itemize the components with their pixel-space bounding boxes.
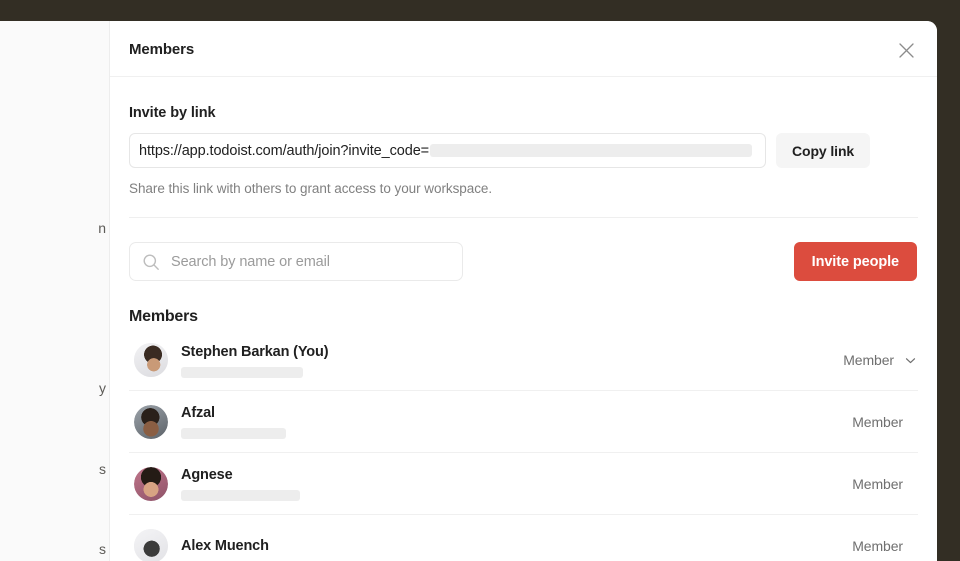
sidebar-clipped-item-4[interactable]: s: [2, 541, 106, 557]
sidebar-clipped-item-1[interactable]: n: [2, 220, 106, 236]
window-chrome-bar: [0, 0, 960, 21]
table-row[interactable]: Stephen Barkan (You) Member: [129, 330, 918, 391]
search-box[interactable]: [129, 242, 463, 281]
member-info: Afzal: [181, 404, 852, 439]
table-row[interactable]: Afzal Member: [129, 391, 918, 453]
member-role-label: Member: [852, 537, 903, 554]
member-role-label-wrapper[interactable]: Member: [852, 538, 918, 554]
table-row[interactable]: Agnese Member: [129, 453, 918, 515]
invite-link-value: https://app.todoist.com/auth/join?invite…: [139, 142, 430, 159]
member-name: Stephen Barkan (You): [181, 343, 329, 360]
close-icon[interactable]: [891, 35, 921, 65]
invite-link-helper-text: Share this link with others to grant acc…: [129, 181, 493, 196]
member-role-label: Member: [852, 475, 903, 492]
sidebar-clipped-item-3[interactable]: s: [2, 461, 106, 477]
members-list: Stephen Barkan (You) Member Afzal Member…: [129, 330, 918, 561]
table-row[interactable]: Alex Muench Member: [129, 515, 918, 561]
modal-header: Members: [110, 21, 937, 77]
invite-link-row: https://app.todoist.com/auth/join?invite…: [129, 133, 918, 168]
modal-body: Invite by link https://app.todoist.com/a…: [110, 105, 937, 561]
member-role-label: Member: [843, 352, 894, 368]
avatar: [134, 404, 168, 439]
chevron-down-icon: [904, 354, 917, 367]
screen: n y s s Members Invite by link https://a…: [0, 0, 960, 561]
avatar: [134, 528, 168, 561]
search-input[interactable]: [169, 252, 443, 271]
member-name: Afzal: [181, 405, 215, 421]
search-and-invite-row: Invite people: [129, 242, 918, 281]
member-role-label-wrapper[interactable]: Member: [852, 476, 918, 492]
invite-people-button[interactable]: Invite people: [793, 242, 917, 281]
invite-link-input[interactable]: https://app.todoist.com/auth/join?invite…: [129, 133, 766, 168]
member-email-redacted: [181, 490, 300, 501]
member-email-redacted: [181, 428, 286, 439]
avatar: [134, 466, 168, 501]
copy-link-button[interactable]: Copy link: [776, 133, 871, 168]
sidebar-clipped-item-2[interactable]: y: [2, 380, 106, 396]
member-role-label: Member: [852, 413, 903, 430]
members-list-heading: Members: [129, 308, 198, 325]
invite-code-redacted: [430, 144, 752, 157]
member-info: Alex Muench: [181, 537, 852, 555]
page-title: Members: [129, 41, 195, 58]
app-sidebar[interactable]: n y s s: [0, 21, 110, 561]
search-icon: [142, 253, 160, 271]
section-divider: [129, 217, 918, 218]
avatar: [134, 343, 168, 377]
member-name: Agnese: [181, 467, 233, 483]
invite-by-link-heading: Invite by link: [129, 105, 216, 121]
member-info: Agnese: [181, 466, 852, 501]
members-modal: Members Invite by link https://app.todoi…: [110, 21, 937, 561]
member-role-label-wrapper[interactable]: Member: [852, 414, 918, 430]
member-name: Alex Muench: [181, 537, 269, 554]
member-email-redacted: [181, 366, 303, 378]
member-role-dropdown[interactable]: Member: [843, 352, 918, 368]
member-info: Stephen Barkan (You): [181, 343, 843, 378]
